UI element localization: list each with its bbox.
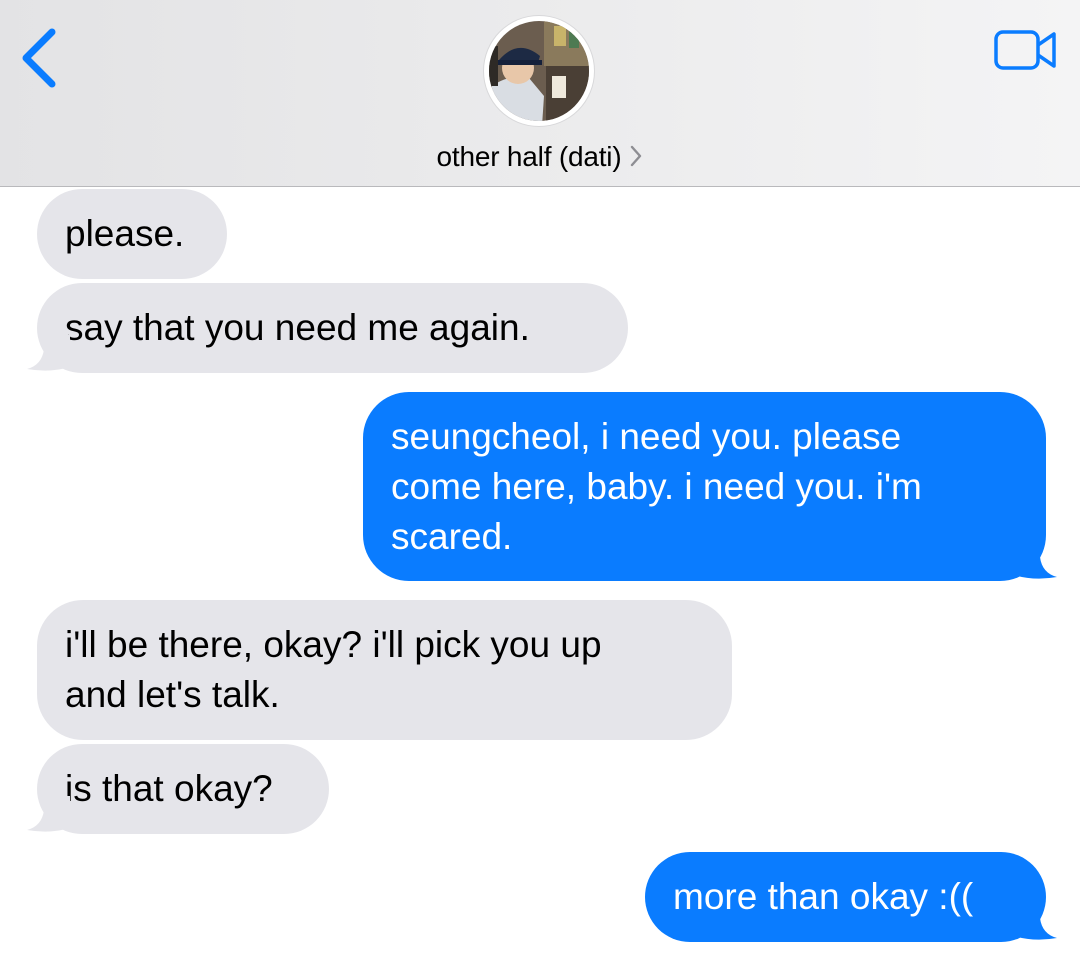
contact-avatar[interactable] xyxy=(484,16,594,126)
contact-name-button[interactable]: other half (dati) xyxy=(0,141,1080,175)
bubble-tail xyxy=(1014,904,1057,940)
message-bubble-incoming[interactable]: is that okay? xyxy=(37,744,329,834)
video-call-button[interactable] xyxy=(990,26,1060,74)
message-bubble-outgoing[interactable]: more than okay :(( xyxy=(645,852,1046,942)
contact-name-label: other half (dati) xyxy=(436,141,622,172)
message-text-line: i'll be there, okay? i'll pick you up xyxy=(65,624,602,665)
bubble-tail xyxy=(27,796,70,832)
message-bubble-outgoing[interactable]: seungcheol, i need you. please come here… xyxy=(363,392,1046,581)
message-bubble-incoming[interactable]: i'll be there, okay? i'll pick you up an… xyxy=(37,600,732,740)
video-camera-icon xyxy=(994,30,1056,70)
message-text: say that you need me again. xyxy=(65,307,530,348)
message-text-line: come here, baby. i need you. i'm xyxy=(391,466,922,507)
message-text-line: scared. xyxy=(391,516,513,557)
conversation-header: other half (dati) xyxy=(0,0,1080,187)
message-text-line: and let's talk. xyxy=(65,674,280,715)
message-text: is that okay? xyxy=(65,768,273,809)
chevron-right-icon xyxy=(629,143,643,175)
chevron-left-icon xyxy=(22,28,56,88)
back-button[interactable] xyxy=(14,22,74,92)
bubble-tail xyxy=(1014,543,1057,579)
message-text: more than okay :(( xyxy=(673,876,974,917)
message-bubble-incoming[interactable]: say that you need me again. xyxy=(37,283,628,373)
message-bubble-incoming[interactable]: please. xyxy=(37,189,227,279)
message-text: please. xyxy=(65,213,185,254)
bubble-tail xyxy=(27,335,70,371)
message-text-line: seungcheol, i need you. please xyxy=(391,416,902,457)
